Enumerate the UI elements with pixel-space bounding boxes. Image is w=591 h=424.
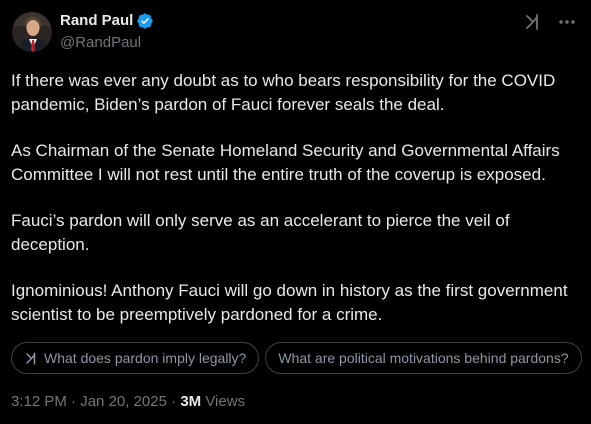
grok-suggestion-label: What does pardon imply legally? [44, 350, 247, 366]
avatar-image [12, 12, 52, 52]
tweet-meta: 3:12 PM · Jan 20, 2025 · 3M Views [11, 392, 245, 412]
views-label: Views [205, 393, 246, 410]
display-name[interactable]: Rand Paul [60, 11, 133, 31]
tweet-paragraph: As Chairman of the Senate Homeland Secur… [11, 141, 560, 184]
tweet-paragraph: Ignominious! Anthony Fauci will go down … [11, 281, 568, 324]
tweet-paragraph: If there was ever any doubt as to who be… [11, 71, 556, 114]
tweet-text: If there was ever any doubt as to who be… [11, 69, 583, 326]
tweet-date[interactable]: Jan 20, 2025 [80, 393, 167, 410]
tweet-top-actions [523, 12, 577, 32]
grok-icon[interactable] [523, 12, 543, 32]
grok-suggestion-chip[interactable]: What does pardon imply legally? [11, 342, 260, 374]
display-name-row: Rand Paul [60, 11, 154, 31]
grok-suggestions: What does pardon imply legally? What are… [11, 342, 591, 374]
tweet-time[interactable]: 3:12 PM [11, 393, 67, 410]
tweet-paragraph: Fauci’s pardon will only serve as an acc… [11, 211, 510, 254]
verified-badge-icon[interactable] [136, 12, 154, 30]
grok-suggestion-label: What are political motivations behind pa… [278, 350, 569, 366]
author-handle[interactable]: @RandPaul [60, 33, 154, 53]
grok-icon [24, 351, 39, 366]
meta-separator: · [171, 393, 177, 410]
grok-suggestion-chip[interactable]: What are political motivations behind pa… [265, 342, 582, 374]
avatar[interactable] [12, 12, 52, 52]
author-info: Rand Paul @RandPaul [60, 11, 154, 53]
tweet: Rand Paul @RandPaul If there was ever an… [0, 0, 591, 424]
more-horizontal-icon[interactable] [557, 12, 577, 32]
meta-separator: · [71, 393, 77, 410]
views-count: 3M [180, 393, 202, 410]
